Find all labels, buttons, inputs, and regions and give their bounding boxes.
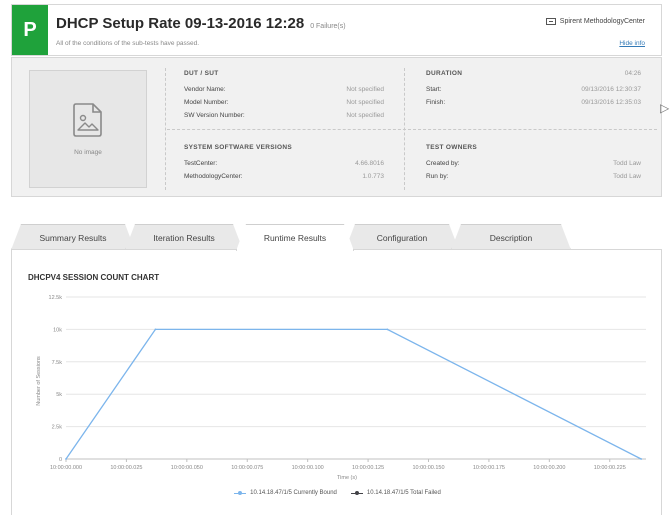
y-tick-label: 5k [56,392,62,398]
test-header-card: P DHCP Setup Rate 09-13-2016 12:28 0 Fai… [11,4,662,56]
software-versions-section: SYSTEM SOFTWARE VERSIONS TestCenter: 4.6… [184,144,384,180]
section-title: DUT / SUT [184,70,219,77]
duration-value: 04:26 [624,70,641,77]
chart-legend: 10.14.18.47/1/5 Currently Bound 10.14.18… [12,490,663,496]
divider [165,68,166,190]
no-image-label: No image [74,148,102,156]
x-tick-label: 10:00:00.175 [473,465,505,471]
testcenter-row: TestCenter: 4.66.8016 [184,160,384,167]
pass-status-badge: P [12,5,48,55]
finish-row: Finish: 09/13/2016 12:35:03 [426,99,641,106]
y-axis-title: Number of Sessions [36,356,42,406]
failure-count: 0 Failure(s) [310,23,346,30]
data-point[interactable] [640,458,643,460]
session-count-chart: 0 2.5k 5k 7.5k 10k 12.5k 10:00:00.000 10:00:00.… [36,295,646,481]
section-title: DURATION [426,70,463,77]
y-tick-label: 0 [59,457,62,463]
methodology-logo-icon [545,18,556,25]
x-axis-title: Time (s) [337,475,357,481]
test-owners-section: TEST OWNERS Created by: Todd Law Run by:… [426,144,641,180]
legend-item-currently-bound[interactable]: 10.14.18.47/1/5 Currently Bound [234,490,337,496]
series-marker-icon [234,490,247,495]
data-point[interactable] [154,328,157,331]
x-tick-label: 10:00:00.225 [594,465,626,471]
y-tick-label: 10k [53,327,62,333]
series-marker-icon [350,490,363,495]
image-file-icon [73,102,102,137]
y-tick-label: 7.5k [52,360,63,366]
status-message: All of the conditions of the sub-tests h… [56,40,200,47]
run-by-row: Run by: Todd Law [426,173,641,180]
legend-item-total-failed[interactable]: 10.14.18.47/1/5 Total Failed [350,490,441,496]
vendor-name-row: Vendor Name: Not specified [184,86,384,93]
y-tick-label: 2.5k [52,425,63,431]
test-info-panel: No image DUT / SUT Vendor Name: Not spec… [11,57,662,197]
x-tick-label: 10:00:00.025 [110,465,142,471]
tab-summary-results[interactable]: Summary Results [11,224,135,250]
sw-version-row: SW Version Number: Not specified [184,112,384,119]
model-number-row: Model Number: Not specified [184,99,384,106]
x-tick-label: 10:00:00.150 [412,465,444,471]
results-tab-strip: Summary Results Iteration Results Runtim… [11,224,662,250]
start-row: Start: 09/13/2016 12:30:37 [426,86,641,93]
section-title: SYSTEM SOFTWARE VERSIONS [184,144,292,151]
methodologycenter-row: MethodologyCenter: 1.0.773 [184,173,384,180]
dut-image-placeholder: No image [29,70,147,188]
tab-iteration-results[interactable]: Iteration Results [125,224,243,250]
duration-section: DURATION 04:26 Start: 09/13/2016 12:30:3… [426,70,641,106]
runtime-results-panel: DHCPV4 SESSION COUNT CHART 0 2.5k 5k 7.5k 10… [11,249,662,515]
data-point[interactable] [386,328,389,331]
y-tick-label: 12.5k [49,295,63,301]
tab-configuration[interactable]: Configuration [345,224,459,250]
x-tick-label: 10:00:00.200 [533,465,565,471]
cursor-pointer-icon: ▷ [660,101,670,115]
divider [167,129,657,130]
section-title: TEST OWNERS [426,144,477,151]
x-tick-label: 10:00:00.000 [50,465,82,471]
data-point[interactable] [65,458,67,460]
created-by-row: Created by: Todd Law [426,160,641,167]
page-title: DHCP Setup Rate 09-13-2016 12:28 [56,15,305,32]
tab-description[interactable]: Description [451,224,571,250]
dut-section: DUT / SUT Vendor Name: Not specified Mod… [184,70,384,119]
x-tick-label: 10:00:00.125 [352,465,384,471]
vendor-label: Spirent MethodologyCenter [545,18,645,25]
tab-runtime-results[interactable]: Runtime Results [236,224,354,251]
x-tick-label: 10:00:00.100 [292,465,324,471]
vendor-name: Spirent MethodologyCenter [559,18,645,25]
x-tick-label: 10:00:00.075 [231,465,263,471]
title-row: DHCP Setup Rate 09-13-2016 12:28 0 Failu… [56,15,346,32]
x-tick-label: 10:00:00.050 [171,465,203,471]
hide-info-link[interactable]: Hide info [619,40,645,47]
